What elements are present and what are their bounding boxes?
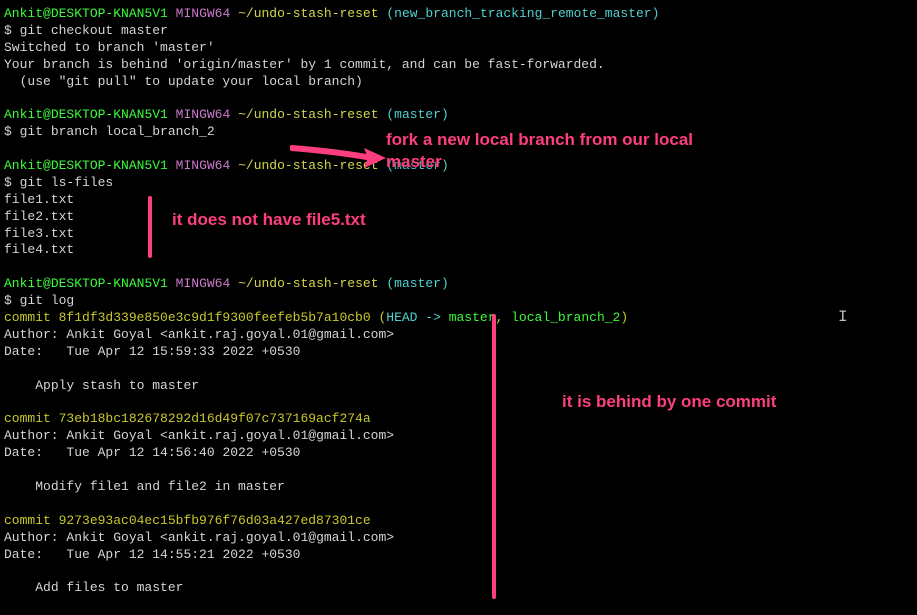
output-line: file4.txt	[4, 242, 913, 259]
output-line: file2.txt	[4, 209, 913, 226]
prompt-line: Ankit@DESKTOP-KNAN5V1 MINGW64 ~/undo-sta…	[4, 276, 913, 293]
command-line: $ git ls-files	[4, 175, 913, 192]
command-line: $ git checkout master	[4, 23, 913, 40]
prompt-line: Ankit@DESKTOP-KNAN5V1 MINGW64 ~/undo-sta…	[4, 158, 913, 175]
output-line: Switched to branch 'master'	[4, 40, 913, 57]
prompt-line: Ankit@DESKTOP-KNAN5V1 MINGW64 ~/undo-sta…	[4, 107, 913, 124]
commit-line: commit 8f1df3d339e850e3c9d1f9300feefeb5b…	[4, 310, 913, 327]
output-line: file1.txt	[4, 192, 913, 209]
output-line: file3.txt	[4, 226, 913, 243]
prompt-line: Ankit@DESKTOP-KNAN5V1 MINGW64 ~/undo-sta…	[4, 6, 913, 23]
commit-message: Apply stash to master	[4, 378, 913, 395]
commit-message: Modify file1 and file2 in master	[4, 479, 913, 496]
commit-line: commit 9273e93ac04ec15bfb976f76d03a427ed…	[4, 513, 913, 530]
commit-line: commit 73eb18bc182678292d16d49f07c737169…	[4, 411, 913, 428]
author-line: Author: Ankit Goyal <ankit.raj.goyal.01@…	[4, 530, 913, 547]
terminal-output[interactable]: Ankit@DESKTOP-KNAN5V1 MINGW64 ~/undo-sta…	[4, 6, 913, 597]
date-line: Date: Tue Apr 12 14:56:40 2022 +0530	[4, 445, 913, 462]
output-line: Your branch is behind 'origin/master' by…	[4, 57, 913, 74]
author-line: Author: Ankit Goyal <ankit.raj.goyal.01@…	[4, 327, 913, 344]
date-line: Date: Tue Apr 12 14:55:21 2022 +0530	[4, 547, 913, 564]
command-line: $ git branch local_branch_2	[4, 124, 913, 141]
command-line: $ git log	[4, 293, 913, 310]
output-line: (use "git pull" to update your local bra…	[4, 74, 913, 91]
author-line: Author: Ankit Goyal <ankit.raj.goyal.01@…	[4, 428, 913, 445]
date-line: Date: Tue Apr 12 15:59:33 2022 +0530	[4, 344, 913, 361]
commit-message: Add files to master	[4, 580, 913, 597]
